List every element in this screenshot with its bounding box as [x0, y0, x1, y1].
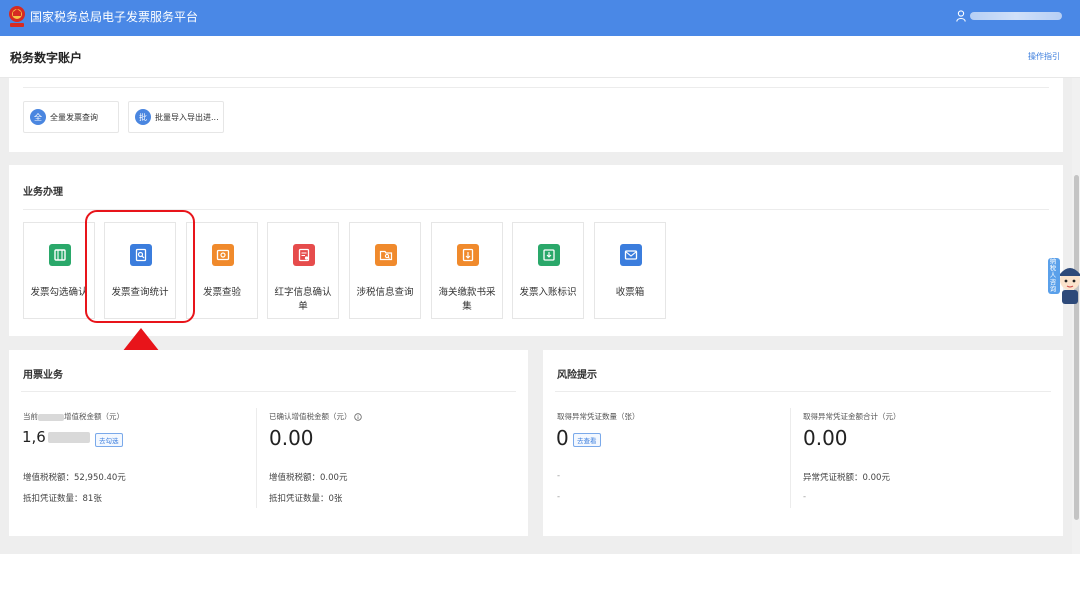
button-label: 批量导入导出进... [155, 112, 219, 122]
line-value: 52,950.40元 [74, 473, 126, 483]
empty-line: - [557, 471, 561, 481]
tile-label: 发票勾选确认 [30, 287, 88, 298]
divider [555, 391, 1051, 392]
label-text: 已确认增值税金额（元） [269, 412, 352, 421]
confirmed-vat-label: 已确认增值税金额（元） [269, 411, 362, 422]
line-label: 抵扣凭证数量： [269, 494, 329, 504]
label-suffix: 增值税金额（元） [64, 412, 124, 421]
line-value: 0.00元 [862, 473, 890, 483]
inbox-icon [538, 244, 560, 266]
usage-panel: 用票业务 当前 增值税金额（元） 1,6 去勾选 增值税税额：52,950.40元… [9, 350, 528, 536]
divider [23, 209, 1049, 210]
line-label: 抵扣凭证数量： [23, 494, 83, 504]
section-title: 用票业务 [23, 370, 63, 381]
tax-emblem-icon [9, 6, 25, 27]
pending-vat-label: 当前 增值税金额（元） [23, 411, 124, 422]
voucher-count-line: 抵扣凭证数量：0张 [269, 492, 342, 504]
user-name-redacted [970, 12, 1062, 20]
tile-invoice-inspect[interactable]: 发票查验 [186, 222, 258, 319]
business-panel: 业务办理 发票勾选确认 发票查询统计 发票查验 红字信息确认单 涉税信息查询 海… [9, 165, 1063, 336]
empty-line: - [803, 492, 807, 502]
batch-import-export-button[interactable]: 批 批量导入导出进... [128, 101, 224, 133]
page-header: 税务数字账户 操作指引 [0, 36, 1080, 78]
top-bar: 国家税务总局电子发票服务平台 [0, 0, 1080, 36]
redacted-mask [47, 432, 90, 443]
ticket-icon [49, 244, 71, 266]
quick-actions-panel: 全 全量发票查询 批 批量导入导出进... [9, 78, 1063, 152]
line-label: 增值税税额： [269, 473, 321, 483]
user-menu[interactable] [956, 10, 1062, 22]
line-value: 81张 [82, 494, 102, 504]
line-value: 0张 [328, 494, 343, 504]
confirmed-vat-amount: 0.00 [269, 426, 314, 450]
tile-invoice-inbox[interactable]: 收票箱 [594, 222, 666, 319]
customs-doc-icon [457, 244, 479, 266]
section-title: 业务办理 [23, 187, 63, 198]
go-view-button[interactable]: 去查看 [573, 433, 601, 447]
tile-label: 红字信息确认单 [274, 287, 332, 312]
abnormal-voucher-total: 0.00 [803, 426, 848, 450]
mail-icon [620, 244, 642, 266]
abnormal-tax-line: 异常凭证税额：0.00元 [803, 471, 890, 483]
folder-search-icon [375, 244, 397, 266]
red-doc-icon [293, 244, 315, 266]
go-select-button[interactable]: 去勾选 [95, 433, 123, 447]
amount-prefix: 1,6 [22, 428, 46, 446]
search-doc-icon [130, 244, 152, 266]
info-circle-icon[interactable] [354, 413, 362, 421]
user-icon [956, 10, 966, 22]
tile-customs-payment-collect[interactable]: 海关缴款书采集 [431, 222, 503, 319]
badge-icon: 全 [30, 109, 46, 125]
divider [21, 391, 516, 392]
tile-invoice-booking-mark[interactable]: 发票入账标识 [512, 222, 584, 319]
label-prefix: 当前 [23, 412, 38, 421]
full-invoice-query-button[interactable]: 全 全量发票查询 [23, 101, 119, 133]
page-title: 税务数字账户 [10, 51, 83, 65]
risk-panel: 风险提示 取得异常凭证数量（张） 0 去查看 - - 取得异常凭证金额合计（元）… [543, 350, 1063, 536]
vat-tax-line: 增值税税额：0.00元 [269, 471, 347, 483]
tile-label: 发票查验 [202, 287, 241, 298]
scrollbar-thumb[interactable] [1074, 175, 1079, 520]
redacted-mask [38, 413, 64, 421]
abnormal-voucher-count: 0 [556, 426, 569, 450]
button-label: 全量发票查询 [50, 112, 98, 122]
empty-line: - [557, 492, 561, 502]
divider [23, 87, 1049, 88]
tile-label: 涉税信息查询 [356, 287, 414, 298]
voucher-count-line: 抵扣凭证数量：81张 [23, 492, 102, 504]
tile-invoice-select-confirm[interactable]: 发票勾选确认 [23, 222, 95, 319]
badge-icon: 批 [135, 109, 151, 125]
tile-label: 海关缴款书采集 [438, 287, 496, 312]
tile-red-info-confirm[interactable]: 红字信息确认单 [267, 222, 339, 319]
tile-invoice-query-stats[interactable]: 发票查询统计 [104, 222, 176, 319]
inspect-ticket-icon [212, 244, 234, 266]
tile-tax-info-query[interactable]: 涉税信息查询 [349, 222, 421, 319]
app-title: 国家税务总局电子发票服务平台 [30, 10, 199, 24]
divider [790, 408, 791, 508]
abnormal-voucher-total-label: 取得异常凭证金额合计（元） [803, 412, 901, 421]
pending-vat-amount: 1,6 [22, 428, 90, 446]
tile-label: 发票查询统计 [111, 287, 169, 298]
guide-link[interactable]: 操作指引 [1028, 51, 1060, 62]
abnormal-voucher-count-label: 取得异常凭证数量（张） [557, 412, 640, 421]
line-label: 异常凭证税额： [803, 473, 863, 483]
vat-tax-line: 增值税税额：52,950.40元 [23, 471, 126, 483]
section-title: 风险提示 [557, 370, 597, 381]
divider [256, 408, 257, 508]
line-value: 0.00元 [320, 473, 348, 483]
tile-label: 收票箱 [615, 287, 645, 298]
tile-label: 发票入账标识 [519, 287, 577, 298]
mascot-label: 纳税人咨询 [1049, 258, 1057, 292]
line-label: 增值税税额： [23, 473, 75, 483]
